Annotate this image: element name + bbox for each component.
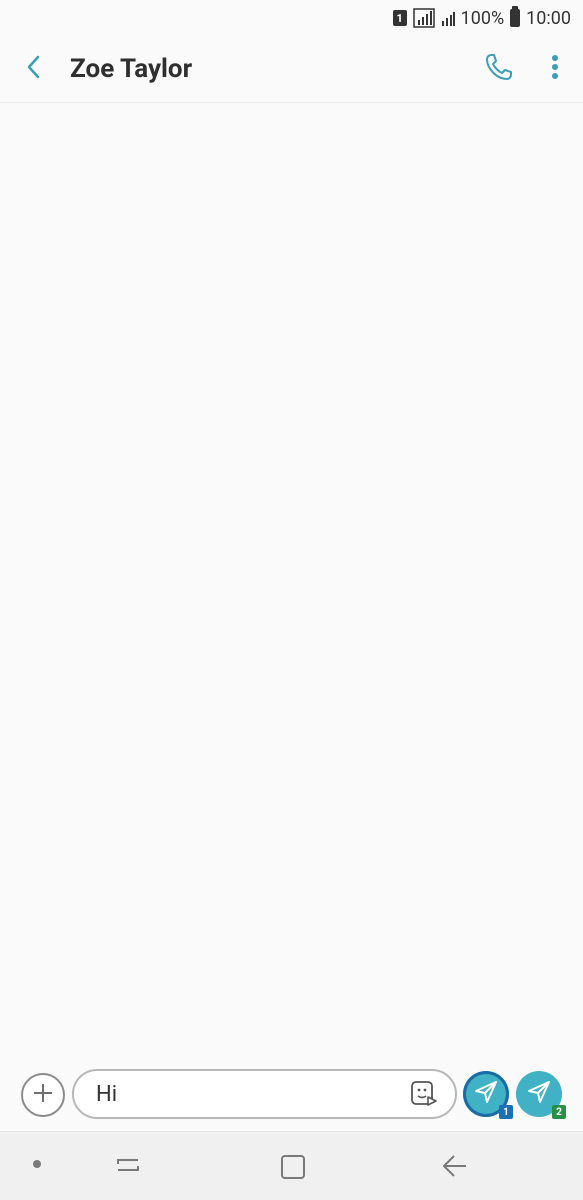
message-list [0, 103, 583, 1063]
send-icon [526, 1079, 552, 1109]
navigation-bar [0, 1131, 583, 1200]
clock: 10:00 [526, 7, 571, 29]
send-sim1-button[interactable]: 1 [463, 1071, 513, 1119]
send-icon [473, 1079, 499, 1109]
add-attachment-button[interactable] [21, 1073, 65, 1117]
more-options-button[interactable] [527, 36, 583, 102]
call-button[interactable] [471, 36, 527, 102]
sim-2-badge: 2 [552, 1105, 566, 1119]
sticker-icon [409, 1079, 439, 1113]
sim-1-badge: 1 [499, 1105, 513, 1119]
status-bar: 1 100% 10:00 [0, 0, 583, 36]
back-icon[interactable] [440, 1152, 470, 1182]
back-button[interactable] [0, 36, 70, 102]
message-input-container [72, 1069, 457, 1119]
message-input[interactable] [94, 1080, 398, 1108]
signal-weak-icon [441, 10, 455, 26]
battery-percent: 100% [460, 7, 505, 29]
home-icon[interactable] [278, 1152, 308, 1182]
plus-icon [31, 1081, 55, 1109]
more-vert-icon [551, 54, 559, 84]
phone-icon [483, 51, 515, 87]
conversation-title: Zoe Taylor [70, 54, 193, 84]
send-sim2-button[interactable]: 2 [516, 1071, 566, 1119]
app-bar: Zoe Taylor [0, 36, 583, 103]
sticker-button[interactable] [409, 1081, 439, 1111]
battery-icon [510, 6, 521, 27]
sim-1-icon: 1 [392, 10, 407, 26]
back-arrow-icon [24, 54, 46, 84]
signal-icon [412, 8, 435, 28]
recent-apps-icon[interactable] [114, 1152, 144, 1182]
composer-bar: 1 2 [0, 1068, 583, 1124]
dot-icon[interactable] [33, 1160, 41, 1168]
